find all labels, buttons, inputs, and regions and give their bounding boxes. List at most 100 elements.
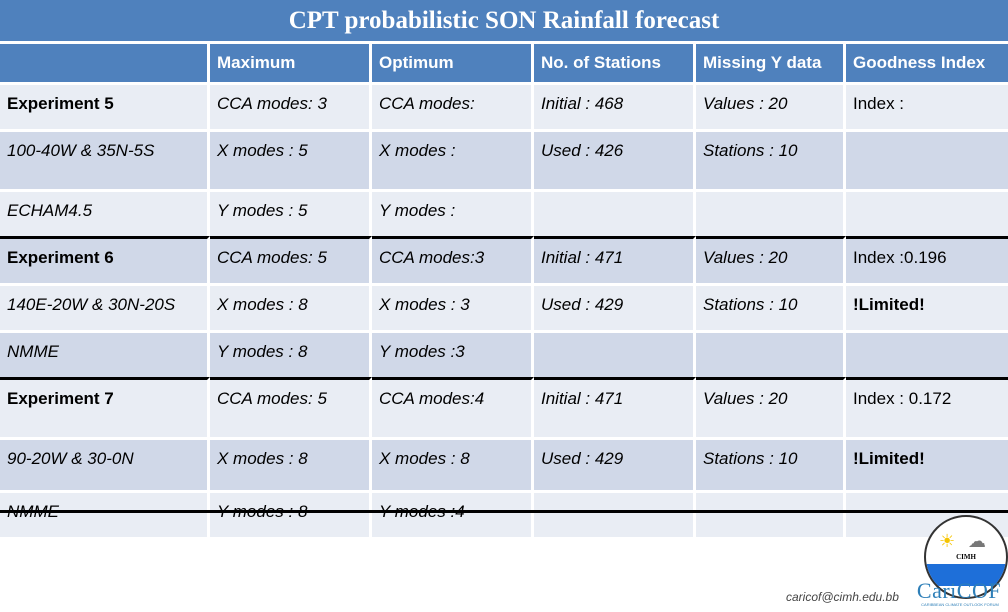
cell-text: CCA modes:4 [379, 389, 485, 408]
cell-text: Index : 0.172 [853, 389, 952, 408]
table-cell: CCA modes:3 [372, 236, 534, 283]
table-cell [534, 189, 696, 236]
table-cell: CCA modes: 3 [210, 82, 372, 129]
cell-text: CCA modes: [379, 94, 475, 113]
row-label-cell: Experiment 6 [0, 236, 210, 283]
cell-text: Y modes : 8 [217, 493, 369, 522]
table-bottom-rule [0, 510, 1008, 513]
table-row: NMME Y modes : 8 Y modes :3 [0, 330, 1008, 377]
table-cell [696, 189, 846, 236]
row-label-cell: NMME [0, 330, 210, 377]
cell-text: Initial : 471 [541, 389, 624, 408]
cell-text [541, 192, 693, 201]
table-cell: Index : [846, 82, 1008, 129]
table-cell: CCA modes: [372, 82, 534, 129]
cell-text [853, 493, 1008, 502]
table-cell: CCA modes: 5 [210, 377, 372, 437]
cell-text: Experiment 5 [7, 94, 114, 113]
cell-text [853, 333, 1008, 342]
table-cell [846, 129, 1008, 189]
header-missing-y: Missing Y data [696, 41, 846, 82]
table-cell: Stations : 10 [696, 437, 846, 490]
table-cell: Y modes :4 [372, 490, 534, 537]
cell-text: X modes : 8 [217, 295, 308, 314]
table-cell: Used : 429 [534, 437, 696, 490]
header-goodness: Goodness Index [846, 41, 1008, 82]
cell-text: CCA modes: 5 [217, 389, 327, 408]
table-row: 100-40W & 35N-5S X modes : 5 X modes : Used… [0, 129, 1008, 189]
cell-text [541, 333, 693, 342]
table-cell: Used : 426 [534, 129, 696, 189]
table-cell: X modes : 8 [210, 283, 372, 330]
table-cell: Y modes : 8 [210, 330, 372, 377]
table-cell [534, 490, 696, 537]
table-cell: Stations : 10 [696, 129, 846, 189]
contact-email: caricof@cimh.edu.bb [786, 590, 899, 604]
cell-text [703, 192, 843, 201]
table-cell: Values : 20 [696, 236, 846, 283]
cell-text: !Limited! [853, 449, 925, 468]
table-row: NMME Y modes : 8 Y modes :4 [0, 490, 1008, 537]
caricof-subtitle: CARIBBEAN CLIMATE OUTLOOK FORUM [921, 602, 999, 607]
table-cell [696, 490, 846, 537]
row-label-cell: NMME [0, 490, 210, 537]
row-label-cell: Experiment 5 [0, 82, 210, 129]
table-cell [534, 330, 696, 377]
table-cell: Index :0.196 [846, 236, 1008, 283]
table-row: Experiment 7 CCA modes: 5 CCA modes:4 Initi… [0, 377, 1008, 437]
table-cell: Stations : 10 [696, 283, 846, 330]
cell-text: Index : [853, 94, 905, 113]
cell-text: Values : 20 [703, 94, 788, 113]
table-cell [696, 330, 846, 377]
header-maximum: Maximum [210, 41, 372, 82]
header-cell [0, 41, 210, 82]
cell-text: Used : 429 [541, 295, 624, 314]
table-row: Experiment 6 CCA modes: 5 CCA modes:3 Initi… [0, 236, 1008, 283]
cell-text: Experiment 7 [7, 389, 114, 408]
cell-text: X modes : 3 [379, 295, 470, 314]
table-cell: X modes : 3 [372, 283, 534, 330]
table-cell: Y modes : [372, 189, 534, 236]
forecast-table: Maximum Optimum No. of Stations Missing … [0, 41, 1008, 537]
cell-text: Index :0.196 [853, 248, 947, 267]
cell-text [853, 132, 1008, 141]
table-cell: Index : 0.172 [846, 377, 1008, 437]
cell-text: Y modes :3 [379, 342, 465, 361]
table-cell: Y modes : 5 [210, 189, 372, 236]
header-stations: No. of Stations [534, 41, 696, 82]
cell-text: Used : 429 [541, 449, 624, 468]
cell-text: 100-40W & 35N-5S [7, 141, 155, 160]
page-title: CPT probabilistic SON Rainfall forecast [0, 0, 1008, 41]
table-cell: X modes : 8 [372, 437, 534, 490]
cell-text: Stations : 10 [703, 295, 798, 314]
cell-text: !Limited! [853, 295, 925, 314]
cell-text: Y modes : 8 [217, 342, 308, 361]
header-row: Maximum Optimum No. of Stations Missing … [0, 41, 1008, 82]
cell-text: Y modes :4 [379, 493, 531, 522]
cell-text: Initial : 471 [541, 248, 624, 267]
table-cell [846, 189, 1008, 236]
cell-text: X modes : 8 [217, 449, 308, 468]
cell-text [703, 333, 843, 342]
table-cell: Values : 20 [696, 377, 846, 437]
cell-text: CCA modes: 5 [217, 248, 327, 267]
table-cell: Values : 20 [696, 82, 846, 129]
cell-text: Values : 20 [703, 389, 788, 408]
table-cell: CCA modes: 5 [210, 236, 372, 283]
cell-text: Y modes : [379, 201, 456, 220]
table-cell: CCA modes:4 [372, 377, 534, 437]
cell-text: Y modes : 5 [217, 201, 308, 220]
cell-text: Experiment 6 [7, 248, 114, 267]
table-cell [846, 330, 1008, 377]
table-cell: !Limited! [846, 283, 1008, 330]
table-row: Experiment 5 CCA modes: 3 CCA modes: Initia… [0, 82, 1008, 129]
table-cell: Initial : 471 [534, 236, 696, 283]
row-label-cell: 90-20W & 30-0N [0, 437, 210, 490]
table-cell: X modes : 8 [210, 437, 372, 490]
table-cell: X modes : [372, 129, 534, 189]
cell-text [853, 192, 1008, 201]
table-cell: Y modes :3 [372, 330, 534, 377]
table-cell: Used : 429 [534, 283, 696, 330]
row-label-cell: Experiment 7 [0, 377, 210, 437]
cell-text: Values : 20 [703, 248, 788, 267]
